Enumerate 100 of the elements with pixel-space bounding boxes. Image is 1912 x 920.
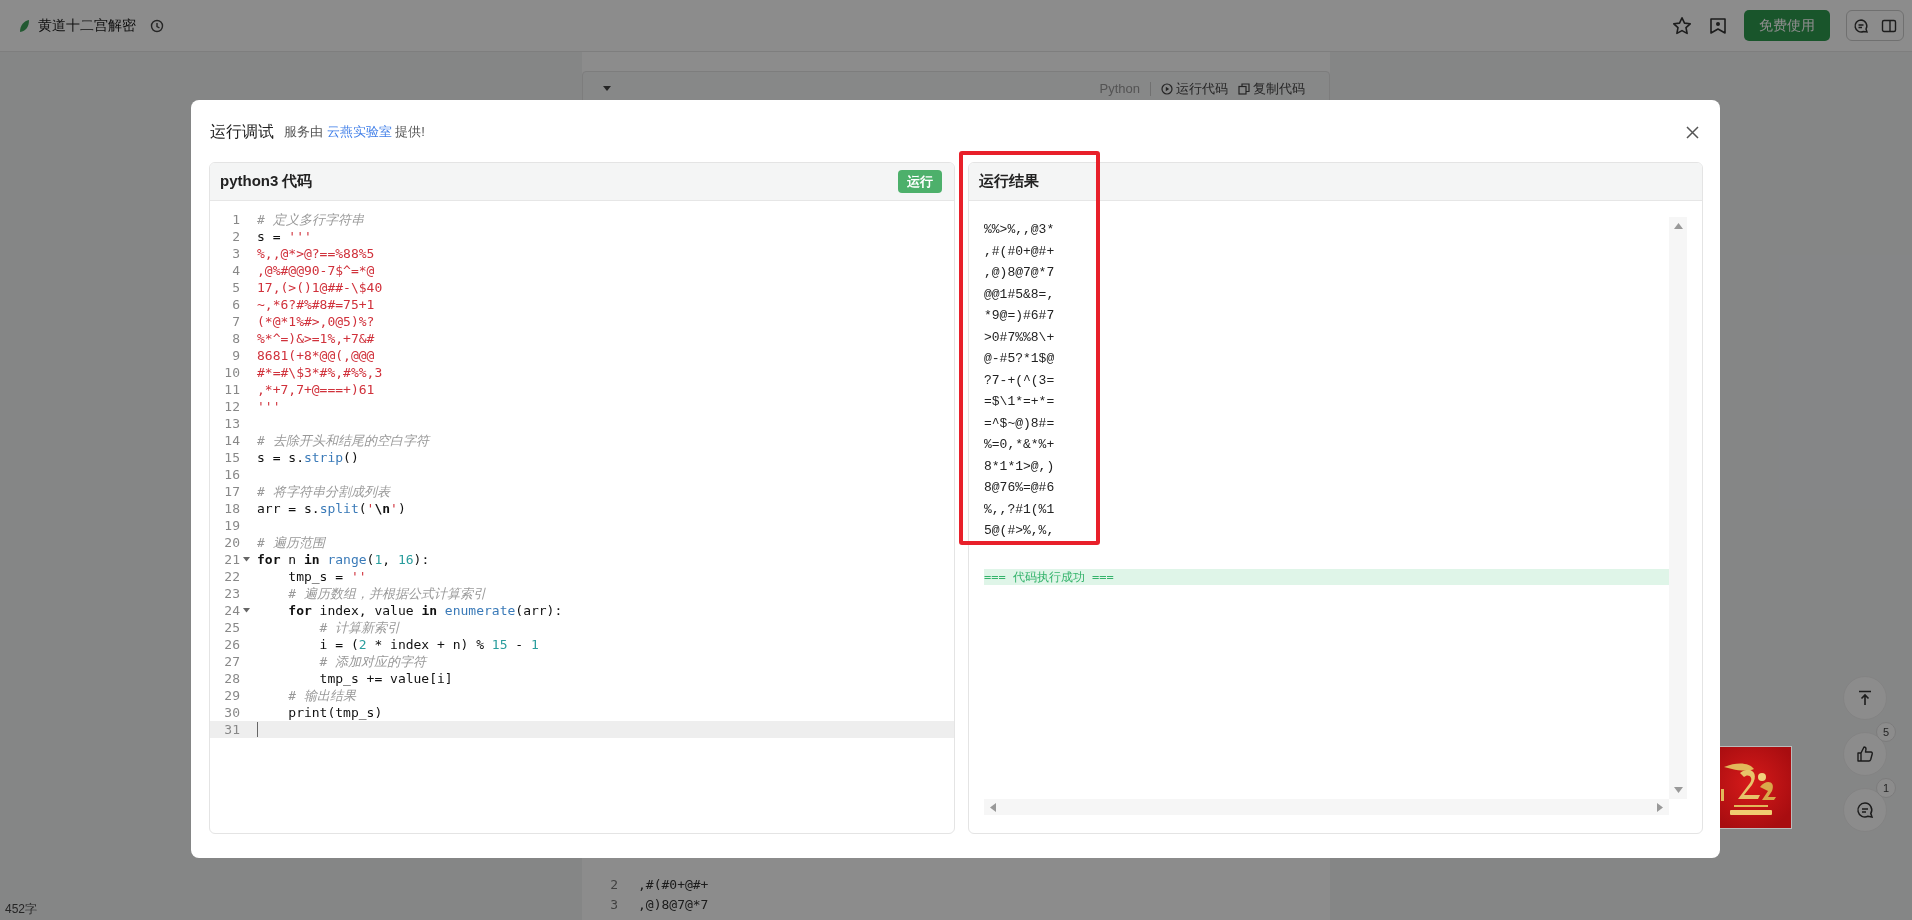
line-number: 31: [223, 722, 240, 737]
line-number: 16: [223, 467, 240, 482]
credit-text: 服务由 云燕实验室 提供!: [284, 123, 425, 141]
line-number: 11: [223, 382, 240, 397]
line-number: 15: [223, 450, 240, 465]
horizontal-scrollbar[interactable]: [984, 799, 1669, 815]
code-line: ,*+7,7+@===+)61: [257, 381, 375, 398]
success-message: === 代码执行成功 ===: [984, 568, 1669, 585]
history-icon[interactable]: [150, 18, 164, 33]
code-action-link[interactable]: 运行代码: [1161, 79, 1228, 98]
code-line: ,@%#@@90-7$^=*@: [257, 262, 375, 279]
code-line: # 去除开头和结尾的空白字符: [257, 432, 429, 449]
output-line: %%>%,,@3*: [984, 221, 1056, 239]
play-circle-icon: [1161, 82, 1173, 95]
fold-caret-icon[interactable]: [243, 608, 250, 613]
code-line: for n in range(1, 16):: [257, 551, 430, 568]
code-line: 17,(>()1@##-\$40: [257, 279, 383, 296]
line-number: 2: [231, 229, 240, 244]
output-line: *9@=)#6#7: [984, 307, 1056, 325]
code-line: %,,@*>@?==%88%5: [257, 245, 375, 262]
copy-icon: [1238, 82, 1250, 95]
output-line: 5@(#>%,%,: [984, 522, 1056, 540]
fold-caret-icon[interactable]: [243, 557, 250, 562]
code-line: ,#(#0+@#+: [638, 876, 709, 892]
line-number: 19: [223, 518, 240, 533]
bookmark-icon[interactable]: [1708, 15, 1728, 36]
line-number: 28: [223, 671, 240, 686]
chat-icon[interactable]: [1853, 17, 1869, 34]
code-line: # 将字符串分割成列表: [257, 483, 390, 500]
code-line: ,@)8@7@*7: [638, 896, 709, 912]
code-line: i = (2 * index + n) % 15 - 1: [318, 636, 539, 653]
code-line: s = ''': [257, 228, 312, 245]
dialog-title: 运行调试: [210, 121, 274, 142]
line-number: 12: [223, 399, 240, 414]
line-number: 3: [231, 246, 240, 261]
output-line: %=0,*&*%+: [984, 436, 1056, 454]
line-number: 27: [223, 654, 240, 669]
line-number: 13: [223, 416, 240, 431]
code-line: # 遍历数组，并根据公式计算索引: [287, 585, 486, 602]
code-line: ~,*6?#%#8#=75+1: [257, 296, 375, 313]
line-number: 5: [231, 280, 240, 295]
leaf-icon: [18, 18, 30, 33]
output-line: ,@)8@7@*7: [984, 264, 1056, 282]
code-line: # 添加对应的字符: [318, 653, 427, 670]
line-number: 8: [231, 331, 240, 346]
arrow-right-icon: [1657, 802, 1663, 812]
code-line: #*=#\$3*#%,#%%,3: [257, 364, 383, 381]
output-line: @-#5?*1$@: [984, 350, 1056, 368]
close-icon: [1686, 125, 1699, 139]
code-line: # 计算新索引: [318, 619, 401, 636]
line-number: 26: [223, 637, 240, 652]
line-number: 1: [231, 212, 240, 227]
output-line: 8@76%=@#6: [984, 479, 1056, 497]
close-button[interactable]: [1686, 125, 1699, 139]
line-number: 23: [223, 586, 240, 601]
vertical-scrollbar[interactable]: [1669, 217, 1687, 799]
code-line: arr = s.split('\n'): [257, 500, 406, 517]
line-number: 9: [231, 348, 240, 363]
output-line: =^$~@)8#=: [984, 414, 1056, 433]
run-button[interactable]: 运行: [898, 170, 942, 193]
word-count: 452字: [5, 901, 38, 918]
code-line: s = s.strip(): [257, 449, 359, 466]
arrow-down-icon: [1673, 787, 1683, 793]
page-title: 黄道十二宫解密: [38, 16, 136, 35]
line-number: 25: [223, 620, 240, 635]
code-line: for index, value in enumerate(arr):: [287, 602, 563, 619]
code-line: 8681(+8*@@(,@@@: [257, 347, 375, 364]
line-number: 3: [609, 896, 618, 912]
code-line: (*@*1%#>,0@5)%?: [257, 313, 375, 330]
line-number: 6: [231, 297, 240, 312]
lab-link[interactable]: 云燕实验室: [326, 124, 392, 139]
line-number: 22: [223, 569, 240, 584]
code-line: %*^=)&>=1%,+7&#: [257, 330, 375, 347]
panel-title: python3 代码: [220, 172, 313, 191]
line-number: 30: [223, 705, 240, 720]
text-cursor: [257, 722, 258, 737]
line-number: 21: [223, 552, 240, 567]
output-line: @@1#5&8=,: [984, 285, 1056, 304]
arrow-up-to-line-icon: [1857, 690, 1873, 706]
chat-icon: [1856, 801, 1874, 819]
code-line: ''': [257, 398, 281, 415]
count-badge: 1: [1876, 778, 1896, 798]
line-number: 10: [223, 365, 240, 380]
output-line: =$\1*=+*=: [984, 393, 1056, 411]
line-number: 24: [223, 603, 240, 618]
line-number: 29: [223, 688, 240, 703]
free-use-button[interactable]: 免费使用: [1744, 10, 1830, 41]
line-number: 7: [231, 314, 240, 329]
sidebar-icon[interactable]: [1881, 17, 1897, 34]
code-action-link[interactable]: 复制代码: [1238, 79, 1305, 98]
caret-icon[interactable]: [603, 85, 611, 92]
code-line: tmp_s += value[i]: [318, 670, 453, 687]
line-number: 18: [223, 501, 240, 516]
line-number: 14: [223, 433, 240, 448]
count-badge: 5: [1876, 722, 1896, 742]
star-icon[interactable]: [1672, 15, 1692, 36]
output-line: ?7-+(^(3=: [984, 371, 1056, 390]
output-line: ,#(#0+@#+: [984, 242, 1056, 261]
code-line: # 遍历范围: [257, 534, 325, 551]
code-line: # 输出结果: [287, 687, 356, 704]
